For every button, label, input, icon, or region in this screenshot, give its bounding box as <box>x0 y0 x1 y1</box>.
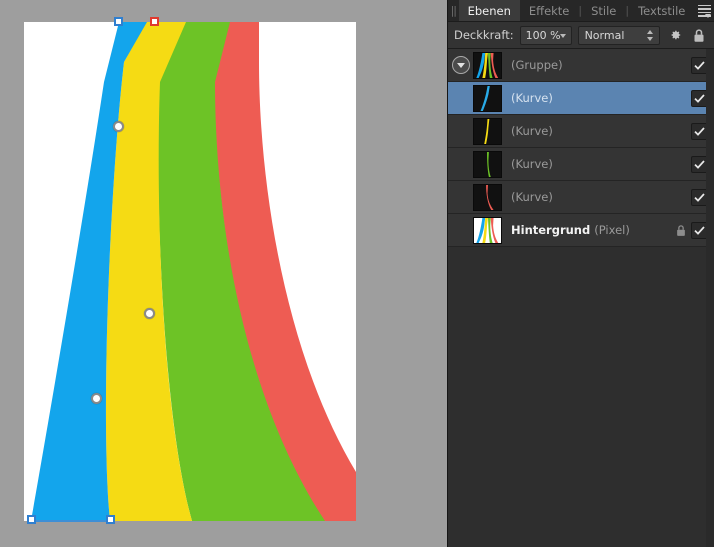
chevron-down-icon <box>705 14 711 18</box>
node-mid-upper[interactable] <box>113 121 124 132</box>
node-bottom-right[interactable] <box>106 515 115 524</box>
layer-row-hintergrund[interactable]: Hintergrund (Pixel) <box>448 214 714 247</box>
thumbnail-curve-red <box>474 184 501 210</box>
tab-stile-label: Stile <box>591 3 617 18</box>
selection-baseline <box>35 520 114 522</box>
check-icon <box>694 159 705 169</box>
opacity-combobox[interactable]: 100 % <box>519 25 572 45</box>
layer-kind: (Pixel) <box>594 223 630 237</box>
tab-effekte-label: Effekte <box>528 3 570 18</box>
layer-thumbnail[interactable] <box>473 216 502 244</box>
layer-thumbnail[interactable] <box>473 51 502 79</box>
group-expander-toggle[interactable] <box>452 56 470 74</box>
layer-row-kurve-green[interactable]: (Kurve) <box>448 148 714 181</box>
node-top-right[interactable] <box>150 17 159 26</box>
layer-name: (Kurve) <box>511 91 553 105</box>
layer-row-kurve-red[interactable]: (Kurve) <box>448 181 714 214</box>
layer-list-scrollbar[interactable] <box>706 49 714 547</box>
layer-row-gruppe[interactable]: (Gruppe) <box>448 49 714 82</box>
check-icon <box>694 93 705 103</box>
tab-textstile[interactable]: Textstile <box>629 0 694 21</box>
tab-ebenen[interactable]: Ebenen <box>458 0 520 21</box>
tab-effekte[interactable]: Effekte <box>520 0 579 21</box>
layer-list[interactable]: (Gruppe) (Kurve) (Kurve) (Kurve) (Kurve)… <box>448 49 714 247</box>
check-icon <box>694 126 705 136</box>
layer-row-kurve-yellow[interactable]: (Kurve) <box>448 115 714 148</box>
opacity-value: 100 % <box>525 28 561 42</box>
layer-thumbnail[interactable] <box>473 117 502 145</box>
blend-mode-stepper[interactable] <box>647 29 653 41</box>
artwork <box>31 22 356 521</box>
check-icon <box>694 60 705 70</box>
layer-thumbnail[interactable] <box>473 84 502 112</box>
node-mid-lower[interactable] <box>144 308 155 319</box>
thumbnail-curve-yellow <box>474 118 501 144</box>
layer-name: (Kurve) <box>511 157 553 171</box>
blend-mode-value: Normal <box>584 28 625 42</box>
thumbnail-curve-blue <box>474 85 501 111</box>
node-lower[interactable] <box>91 393 102 404</box>
check-icon <box>694 192 705 202</box>
opacity-label: Deckkraft: <box>454 28 514 42</box>
chevron-down-icon <box>647 36 653 41</box>
layer-thumbnail[interactable] <box>473 150 502 178</box>
blend-mode-combobox[interactable]: Normal <box>577 25 660 45</box>
tab-textstile-label: Textstile <box>638 3 686 18</box>
lock-icon <box>677 224 685 236</box>
node-bottom-left[interactable] <box>27 515 36 524</box>
layers-panel: || Ebenen Effekte | Stile | Textstile De… <box>447 0 714 547</box>
chevron-up-icon <box>647 29 653 34</box>
layer-row-kurve-blue[interactable]: (Kurve) <box>448 82 714 115</box>
node-top-left[interactable] <box>114 17 123 26</box>
canvas-area[interactable] <box>0 0 447 547</box>
layer-name: (Gruppe) <box>511 58 563 72</box>
thumbnail-all-curves <box>474 52 501 78</box>
layer-thumbnail[interactable] <box>473 183 502 211</box>
thumbnail-background <box>474 217 501 243</box>
layer-name: (Kurve) <box>511 124 553 138</box>
application-window: || Ebenen Effekte | Stile | Textstile De… <box>0 0 714 547</box>
tab-stile[interactable]: Stile <box>582 0 625 21</box>
tab-ebenen-label: Ebenen <box>467 3 511 18</box>
panel-drag-grip[interactable]: || <box>448 0 459 21</box>
layer-name: (Kurve) <box>511 190 553 204</box>
thumbnail-curve-green <box>474 151 501 177</box>
panel-menu-button[interactable] <box>694 0 714 21</box>
gear-icon <box>671 30 681 40</box>
layer-name-row: Hintergrund (Pixel) <box>511 223 671 237</box>
lock-slot[interactable] <box>671 224 691 237</box>
document-canvas[interactable] <box>24 22 356 521</box>
chevron-down-icon <box>457 63 465 68</box>
panel-tab-bar: || Ebenen Effekte | Stile | Textstile <box>448 0 714 22</box>
lock-toggle-button[interactable] <box>690 26 708 45</box>
layer-name: Hintergrund <box>511 223 591 237</box>
layer-options-bar: Deckkraft: 100 % Normal <box>448 22 714 49</box>
chevron-down-icon <box>559 33 566 38</box>
check-icon <box>694 225 705 235</box>
lock-icon <box>694 28 704 42</box>
layer-effects-button[interactable] <box>666 26 684 45</box>
